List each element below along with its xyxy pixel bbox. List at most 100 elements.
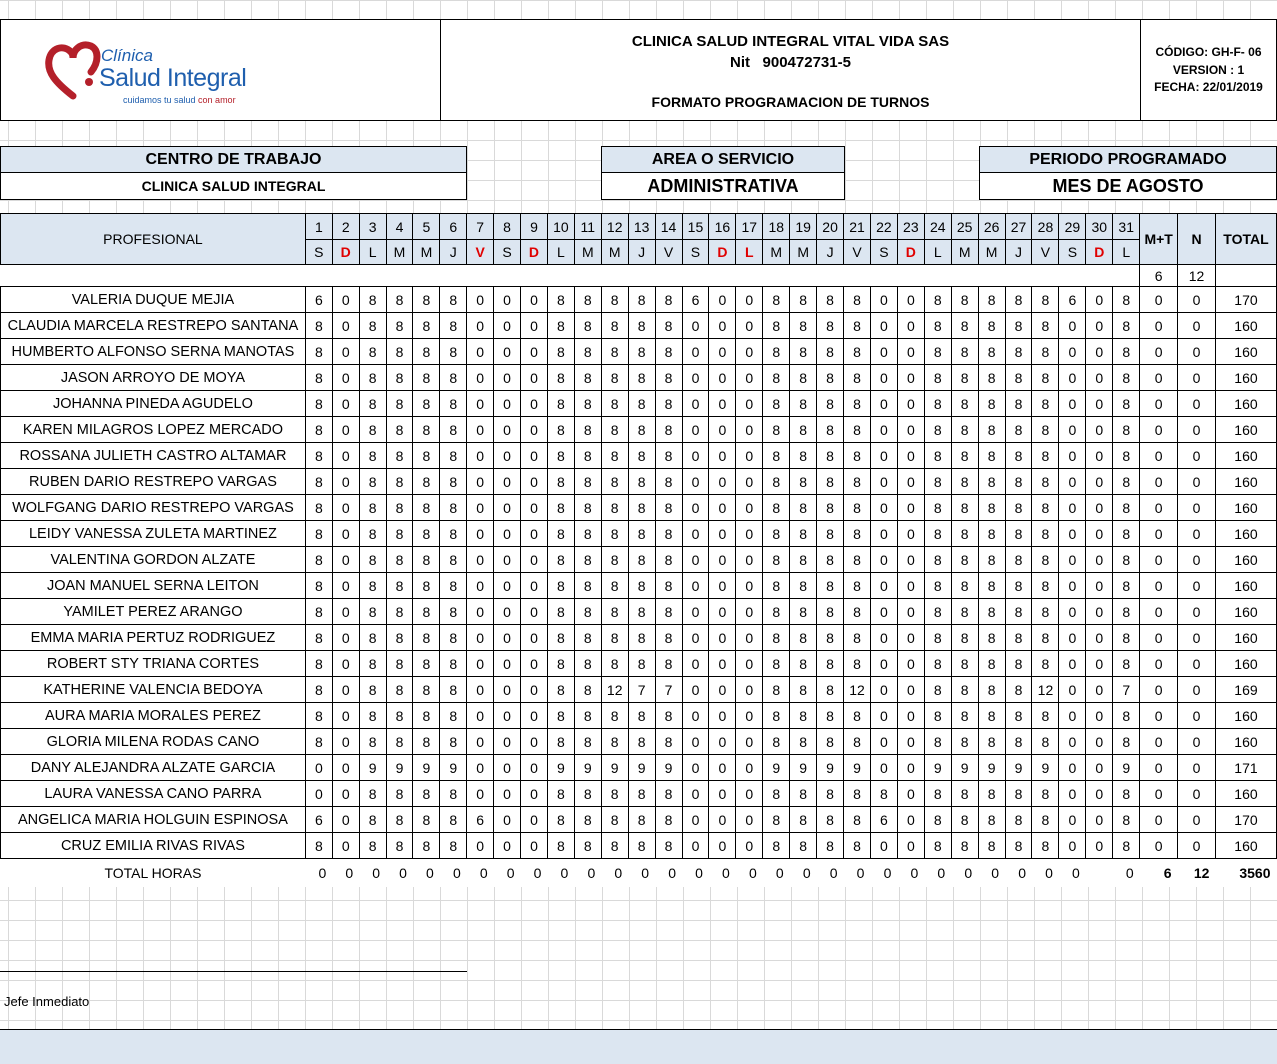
table-row: RUBEN DARIO RESTREPO VARGAS 8 0 8 8 8 8 0 0 0 8 8 8 8… bbox=[0, 468, 1277, 495]
hours-cell: 0 bbox=[681, 598, 710, 625]
hours-cell: 8 bbox=[358, 728, 387, 755]
hours-cell: 0 bbox=[466, 442, 495, 469]
day-total-cell bbox=[1086, 859, 1113, 887]
hours-cell: 0 bbox=[493, 312, 522, 339]
hours-cell: 8 bbox=[600, 494, 629, 521]
hours-cell: 8 bbox=[1031, 468, 1060, 495]
hours-cell: 8 bbox=[439, 572, 468, 599]
spacer-cell bbox=[521, 265, 548, 287]
hours-cell: 8 bbox=[950, 520, 979, 547]
hours-cell: 8 bbox=[843, 832, 871, 859]
hours-cell: 8 bbox=[600, 468, 629, 495]
mt-cell: 0 bbox=[1139, 364, 1179, 391]
hours-cell: 8 bbox=[977, 676, 1006, 703]
hours-cell: 8 bbox=[546, 832, 575, 859]
hours-cell: 8 bbox=[977, 546, 1006, 573]
hours-cell: 0 bbox=[681, 390, 710, 417]
weekday-letter: L bbox=[1112, 239, 1141, 265]
hours-cell: 8 bbox=[600, 520, 629, 547]
hours-cell: 12 bbox=[1031, 676, 1060, 703]
day-total-cell: 0 bbox=[802, 864, 811, 881]
hours-cell: 9 bbox=[950, 754, 979, 781]
hours-cell: 8 bbox=[546, 598, 575, 625]
hours-cell: 8 bbox=[385, 676, 414, 703]
hours-cell: 8 bbox=[977, 338, 1006, 365]
day-total-cell: 0 bbox=[722, 864, 730, 881]
hours-cell: 0 bbox=[520, 676, 548, 703]
hours-cell: 0 bbox=[493, 338, 522, 365]
hours-cell: 8 bbox=[923, 442, 952, 469]
hours-cell: 0 bbox=[869, 286, 898, 313]
weekday-letter: S bbox=[869, 239, 898, 265]
weekday-letter: M bbox=[950, 239, 979, 265]
hours-cell: 8 bbox=[654, 546, 683, 573]
hours-cell: 9 bbox=[412, 754, 441, 781]
hours-cell: 8 bbox=[816, 676, 845, 703]
hours-cell: 8 bbox=[627, 442, 656, 469]
hours-cell: 8 bbox=[358, 468, 387, 495]
hours-cell: 8 bbox=[439, 780, 468, 807]
hours-cell: 0 bbox=[681, 494, 710, 521]
company-cell: CLINICA SALUD INTEGRAL VITAL VIDA SAS Ni… bbox=[440, 19, 1141, 121]
hours-cell: 8 bbox=[789, 572, 818, 599]
hours-cell: 8 bbox=[546, 338, 575, 365]
hours-cell: 0 bbox=[896, 364, 925, 391]
hours-cell: 8 bbox=[1004, 364, 1033, 391]
hours-cell: 8 bbox=[1031, 832, 1060, 859]
hours-cell: 0 bbox=[708, 468, 737, 495]
hours-cell: 8 bbox=[923, 546, 952, 573]
hours-cell: 8 bbox=[816, 702, 845, 729]
hours-cell: 0 bbox=[735, 494, 764, 521]
mt-cell: 0 bbox=[1139, 832, 1179, 859]
hours-cell: 8 bbox=[304, 702, 333, 729]
day-number: 14 bbox=[654, 213, 683, 240]
hours-cell: 8 bbox=[385, 364, 414, 391]
hours-cell: 0 bbox=[869, 754, 898, 781]
hours-cell: 0 bbox=[869, 832, 898, 859]
hours-cell: 9 bbox=[816, 754, 845, 781]
hours-cell: 0 bbox=[896, 806, 925, 833]
hours-cell: 8 bbox=[627, 364, 656, 391]
day-total-cell: 0 bbox=[775, 864, 784, 881]
hours-cell: 12 bbox=[843, 676, 871, 703]
weekday-letter: M bbox=[789, 239, 818, 265]
mt-count: 6 bbox=[1139, 264, 1179, 287]
n-cell: 0 bbox=[1177, 572, 1216, 599]
hours-cell: 0 bbox=[708, 312, 737, 339]
hours-cell: 8 bbox=[654, 468, 683, 495]
hours-cell: 0 bbox=[869, 650, 898, 677]
hours-cell: 0 bbox=[331, 780, 360, 807]
mt-cell: 0 bbox=[1139, 468, 1179, 495]
employee-name: EMMA MARIA PERTUZ RODRIGUEZ bbox=[0, 624, 306, 651]
hours-cell: 0 bbox=[1085, 702, 1114, 729]
hours-cell: 8 bbox=[1112, 442, 1141, 469]
hours-cell: 8 bbox=[762, 650, 791, 677]
hours-cell: 8 bbox=[546, 546, 575, 573]
hours-cell: 8 bbox=[843, 286, 871, 313]
hours-cell: 8 bbox=[412, 572, 441, 599]
hours-cell: 8 bbox=[789, 416, 818, 443]
hours-cell: 0 bbox=[869, 702, 898, 729]
hours-cell: 8 bbox=[385, 832, 414, 859]
n-cell: 0 bbox=[1177, 806, 1216, 833]
hours-cell: 8 bbox=[385, 338, 414, 365]
hours-cell: 8 bbox=[600, 702, 629, 729]
hours-cell: 8 bbox=[412, 416, 441, 443]
mt-cell: 0 bbox=[1139, 676, 1179, 703]
hours-cell: 8 bbox=[304, 832, 333, 859]
hours-cell: 8 bbox=[412, 338, 441, 365]
hours-cell: 8 bbox=[385, 650, 414, 677]
hours-cell: 8 bbox=[843, 650, 871, 677]
hours-cell: 8 bbox=[1031, 494, 1060, 521]
hours-cell: 8 bbox=[1112, 832, 1141, 859]
hours-cell: 8 bbox=[654, 624, 683, 651]
hours-cell: 8 bbox=[1004, 546, 1033, 573]
row-total-cell: 160 bbox=[1214, 832, 1277, 859]
hours-cell: 8 bbox=[573, 364, 602, 391]
hours-cell: 0 bbox=[493, 754, 522, 781]
employee-name: JOHANNA PINEDA AGUDELO bbox=[0, 390, 306, 417]
hours-cell: 8 bbox=[439, 442, 468, 469]
hours-cell: 0 bbox=[869, 416, 898, 443]
hours-cell: 8 bbox=[977, 364, 1006, 391]
hours-cell: 0 bbox=[520, 780, 548, 807]
